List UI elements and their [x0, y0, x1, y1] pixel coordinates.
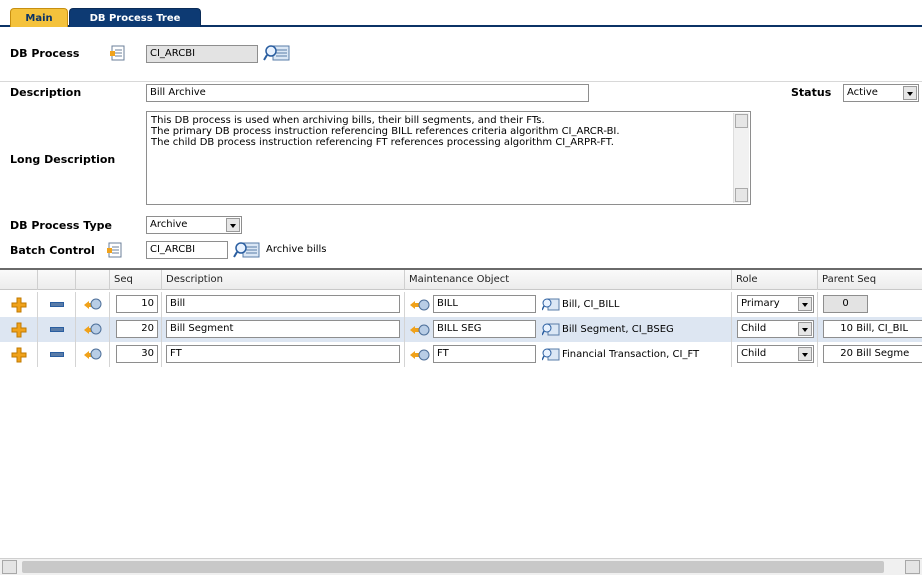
role-value: Child	[741, 348, 767, 359]
scroll-left-icon[interactable]	[2, 560, 17, 574]
goto-icon[interactable]	[82, 346, 102, 363]
search-icon[interactable]	[542, 347, 560, 362]
role-value: Child	[741, 323, 767, 334]
batch-control-description: Archive bills	[266, 244, 327, 255]
process-type-value: Archive	[150, 219, 188, 230]
table-row: 20 Bill Segment BILL SEG Bill Segment, C…	[0, 317, 922, 342]
parent-seq-description: Bill, CI_BIL	[856, 323, 909, 334]
context-menu-icon[interactable]	[106, 241, 124, 259]
long-description-label: Long Description	[10, 153, 116, 166]
maintenance-object-field[interactable]: BILL SEG	[433, 320, 536, 338]
parent-seq-value: 20	[840, 348, 853, 359]
row-description-field[interactable]: Bill	[166, 295, 400, 313]
db-process-label: DB Process	[10, 47, 80, 60]
goto-icon[interactable]	[82, 321, 102, 338]
long-description-line: This DB process is used when archiving b…	[151, 115, 545, 126]
add-row-icon[interactable]	[11, 322, 27, 338]
row-description-field[interactable]: Bill Segment	[166, 320, 400, 338]
grid-header-seq: Seq	[110, 270, 162, 290]
long-description-line: The primary DB process instruction refer…	[151, 126, 620, 137]
role-select[interactable]: Primary	[737, 295, 814, 313]
search-icon[interactable]	[542, 322, 560, 337]
description-field[interactable]: Bill Archive	[146, 84, 589, 102]
maintenance-object-field[interactable]: BILL	[433, 295, 536, 313]
seq-field[interactable]: 10	[116, 295, 158, 313]
chevron-down-icon[interactable]	[798, 347, 812, 361]
long-description-line: The child DB process instruction referen…	[151, 137, 614, 148]
row-description-field[interactable]: FT	[166, 345, 400, 363]
parent-seq-description: Bill Segme	[856, 348, 910, 359]
table-row: 10 Bill BILL Bill, CI_BILL Primary 0	[0, 292, 922, 317]
remove-row-icon[interactable]	[50, 302, 64, 307]
scroll-up-icon[interactable]	[735, 114, 748, 128]
maintenance-object-description: Financial Transaction, CI_FT	[562, 349, 700, 360]
search-icon[interactable]	[263, 43, 291, 63]
maintenance-object-description: Bill Segment, CI_BSEG	[562, 324, 674, 335]
seq-field[interactable]: 30	[116, 345, 158, 363]
remove-row-icon[interactable]	[50, 352, 64, 357]
goto-icon[interactable]	[409, 347, 431, 363]
scroll-down-icon[interactable]	[735, 188, 748, 202]
chevron-down-icon[interactable]	[798, 297, 812, 311]
add-row-icon[interactable]	[11, 347, 27, 363]
maintenance-object-description: Bill, CI_BILL	[562, 299, 620, 310]
status-label: Status	[791, 86, 832, 99]
add-row-icon[interactable]	[11, 297, 27, 313]
goto-icon[interactable]	[409, 322, 431, 338]
parent-seq-field: 0	[823, 295, 868, 313]
role-select[interactable]: Child	[737, 320, 814, 338]
search-icon[interactable]	[542, 297, 560, 312]
scroll-right-icon[interactable]	[905, 560, 920, 574]
grid-header-maintenance-object: Maintenance Object	[405, 270, 732, 290]
goto-icon[interactable]	[409, 297, 431, 313]
status-select[interactable]: Active	[843, 84, 919, 102]
grid-header-goto	[76, 270, 110, 290]
tab-main[interactable]: Main	[10, 8, 68, 27]
parent-seq-field[interactable]: 20 Bill Segme	[823, 345, 922, 363]
parent-seq-value: 10	[840, 323, 853, 334]
header-divider	[0, 81, 922, 82]
grid-header-remove	[38, 270, 76, 290]
search-icon[interactable]	[233, 240, 261, 260]
tab-bar: Main DB Process Tree	[0, 0, 922, 27]
status-value: Active	[847, 87, 878, 98]
grid-horizontal-scrollbar[interactable]	[0, 558, 922, 575]
goto-icon[interactable]	[82, 296, 102, 313]
scroll-thumb[interactable]	[22, 561, 884, 573]
grid-header-add	[0, 270, 38, 290]
context-menu-icon[interactable]	[109, 44, 127, 62]
chevron-down-icon[interactable]	[226, 218, 240, 232]
tab-db-process-tree[interactable]: DB Process Tree	[69, 8, 201, 27]
process-type-select[interactable]: Archive	[146, 216, 242, 234]
db-process-field[interactable]: CI_ARCBI	[146, 45, 258, 63]
role-value: Primary	[741, 298, 780, 309]
chevron-down-icon[interactable]	[798, 322, 812, 336]
remove-row-icon[interactable]	[50, 327, 64, 332]
role-select[interactable]: Child	[737, 345, 814, 363]
seq-field[interactable]: 20	[116, 320, 158, 338]
table-row: 30 FT FT Financial Transaction, CI_FT Ch…	[0, 342, 922, 367]
process-type-label: DB Process Type	[10, 219, 112, 232]
description-label: Description	[10, 86, 82, 99]
grid-header-role: Role	[732, 270, 818, 290]
textarea-scrollbar[interactable]	[733, 113, 749, 203]
process-tree-grid: Seq Description Maintenance Object Role …	[0, 268, 922, 575]
grid-header-description: Description	[162, 270, 405, 290]
batch-control-field[interactable]: CI_ARCBI	[146, 241, 228, 259]
grid-header: Seq Description Maintenance Object Role …	[0, 270, 922, 290]
grid-header-parent-seq: Parent Seq	[822, 274, 877, 285]
chevron-down-icon[interactable]	[903, 86, 917, 100]
parent-seq-field[interactable]: 10 Bill, CI_BIL	[823, 320, 922, 338]
long-description-textarea[interactable]: This DB process is used when archiving b…	[146, 111, 751, 205]
batch-control-label: Batch Control	[10, 244, 95, 257]
maintenance-object-field[interactable]: FT	[433, 345, 536, 363]
